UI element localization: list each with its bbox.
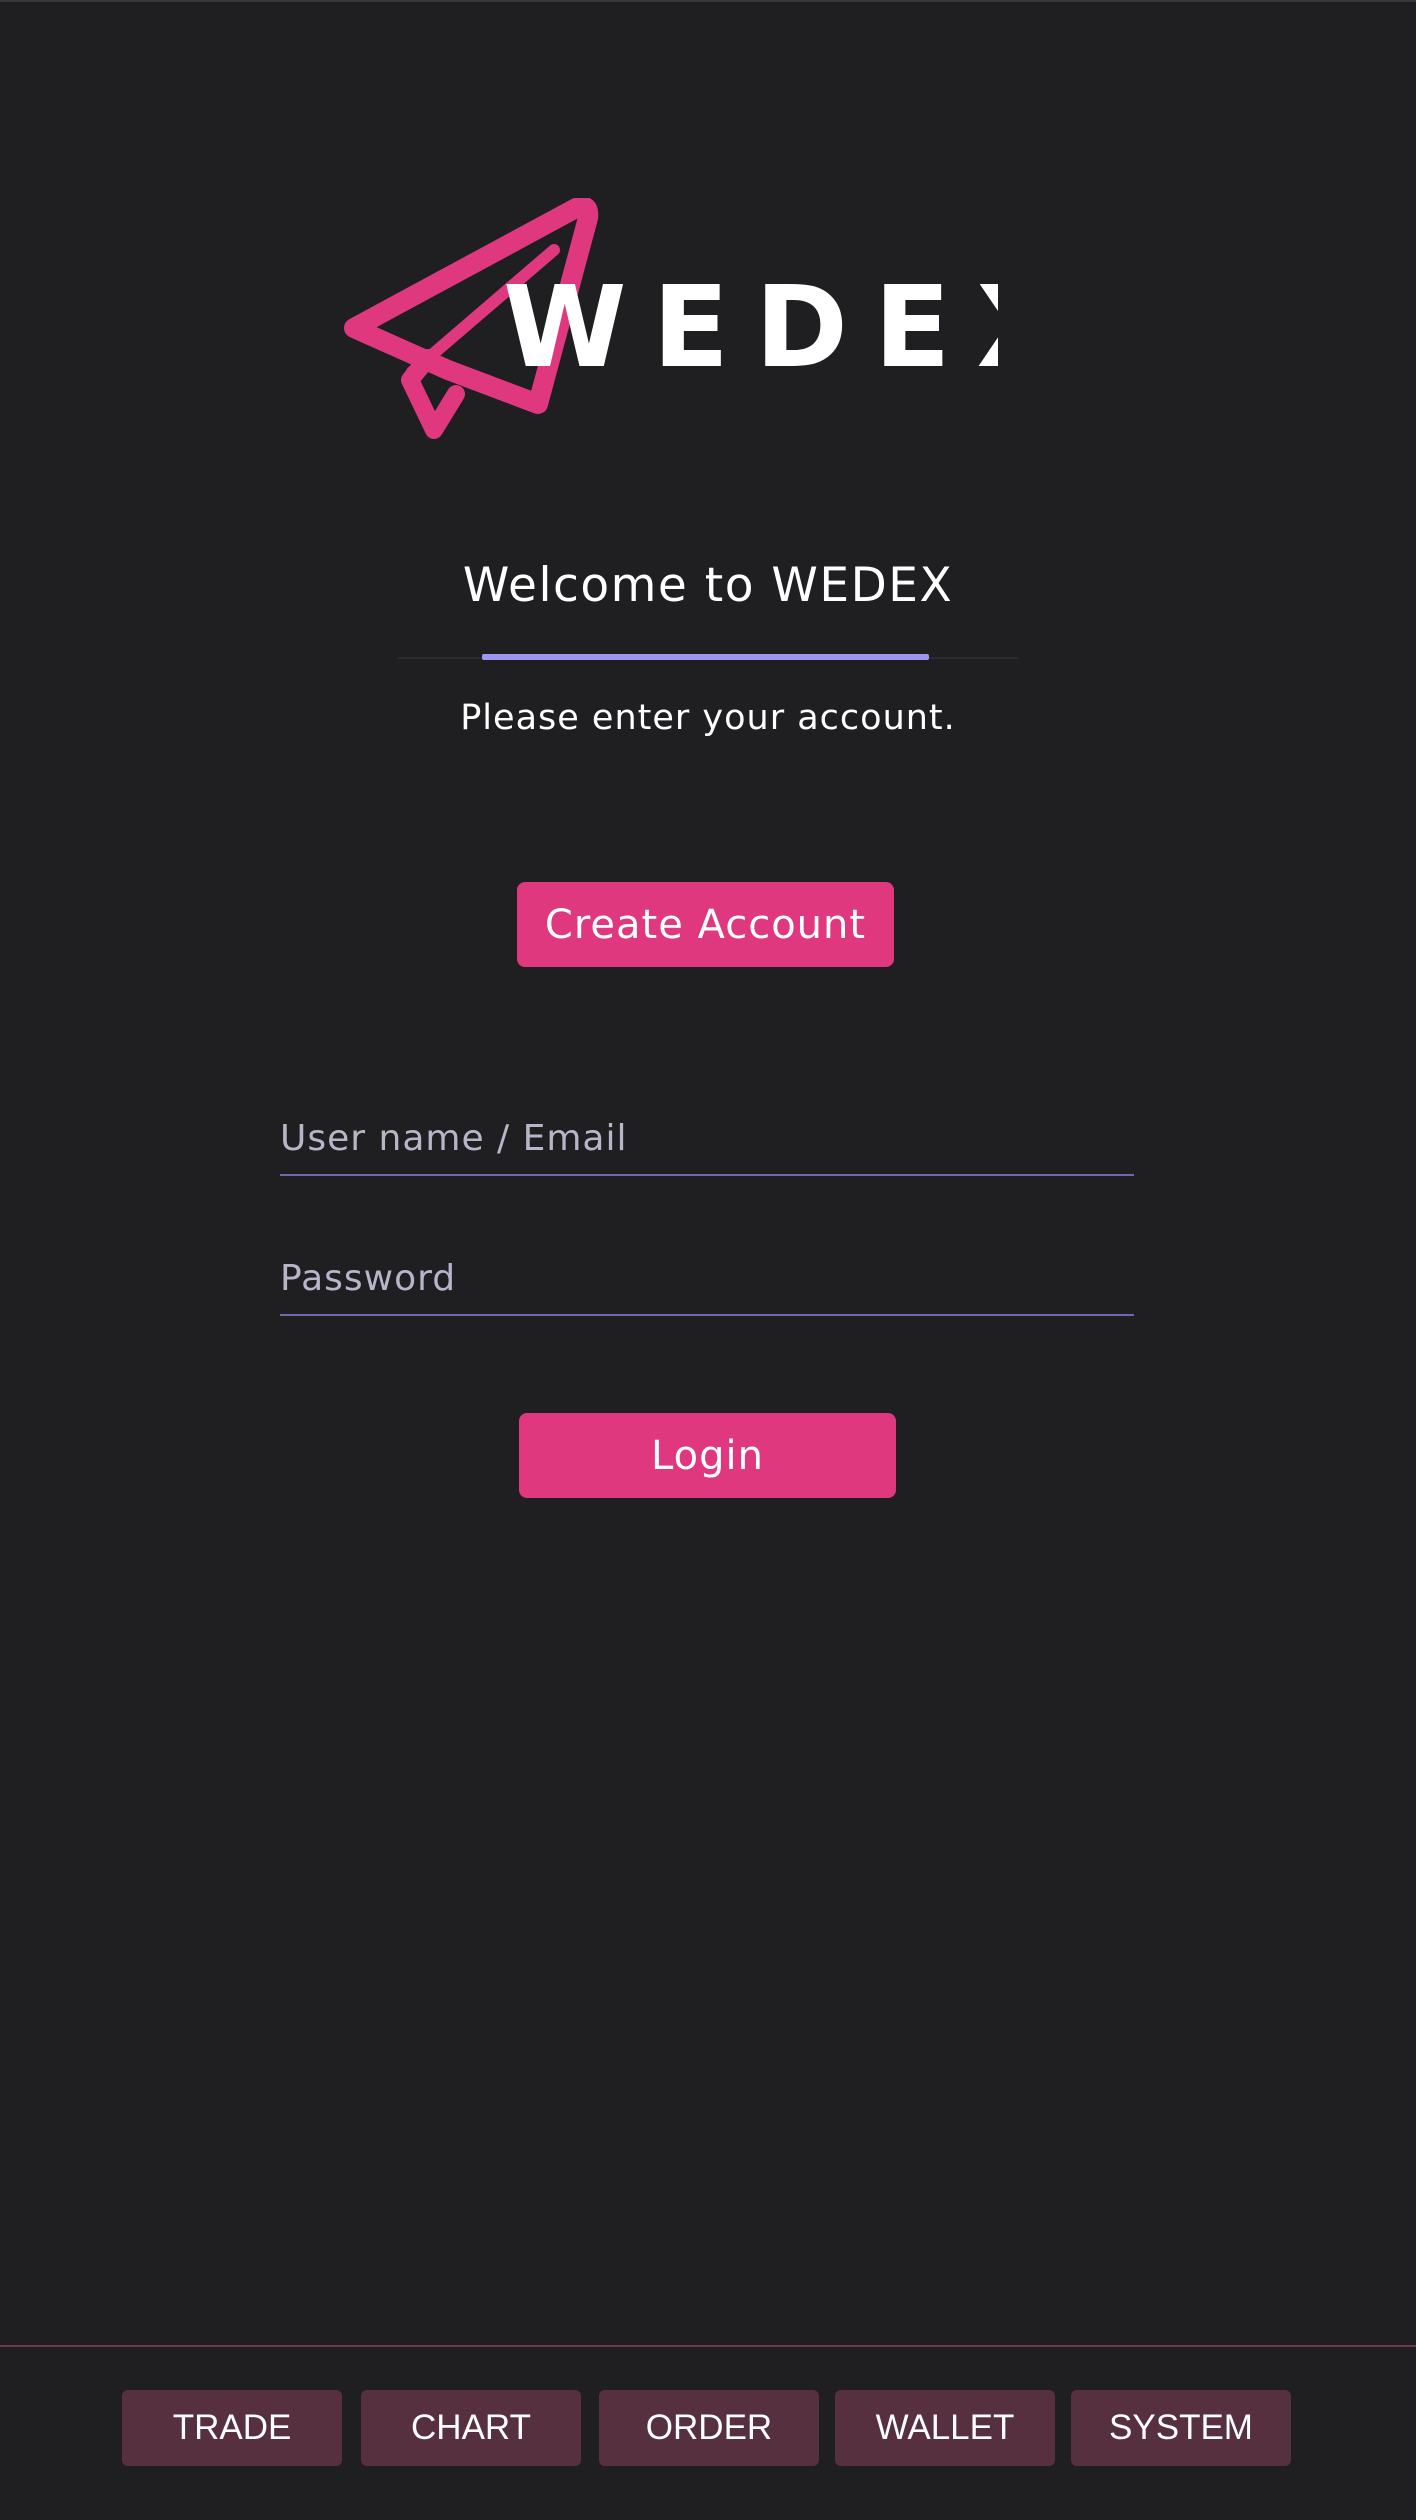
username-input[interactable] [280, 1102, 1134, 1174]
title-underline [482, 654, 929, 660]
create-account-button[interactable]: Create Account [517, 882, 894, 967]
brand-logo: WEDEX [338, 196, 1063, 444]
nav-chart-button[interactable]: CHART [361, 2390, 581, 2466]
username-field [280, 1102, 1134, 1176]
password-input[interactable] [280, 1242, 1134, 1314]
welcome-title: Welcome to WEDEX [462, 558, 954, 613]
bottom-nav: TRADE CHART ORDER WALLET SYSTEM [0, 2345, 1416, 2520]
nav-wallet-button[interactable]: WALLET [835, 2390, 1055, 2466]
paper-plane-icon: WEDEX [344, 196, 1063, 439]
nav-system-button[interactable]: SYSTEM [1071, 2390, 1291, 2466]
login-button[interactable]: Login [519, 1413, 896, 1498]
welcome-subtitle: Please enter your account. [460, 698, 956, 738]
password-field [280, 1242, 1134, 1316]
brand-wordmark: WEDEX [503, 263, 998, 393]
login-screen: WEDEX Welcome to WEDEX Please enter your… [0, 0, 1416, 2520]
nav-order-button[interactable]: ORDER [599, 2390, 819, 2466]
nav-trade-button[interactable]: TRADE [122, 2390, 342, 2466]
